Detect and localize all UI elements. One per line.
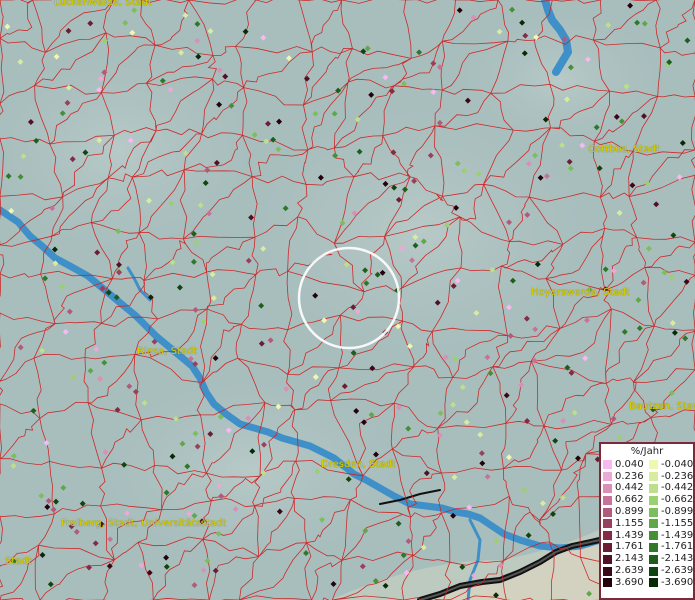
- legend-entry-negative: -2.639: [649, 566, 695, 576]
- legend: %/Jahr 0.040 -0.040 0.236 -0.236 0.442 -0.442…: [599, 442, 695, 600]
- place-label-stadt: Stadt: [5, 556, 32, 567]
- legend-swatch: [649, 495, 658, 505]
- legend-value: -0.442: [661, 482, 694, 494]
- place-label-dresden: Dresden, Stadt: [321, 459, 396, 470]
- legend-row: 0.442 -0.442: [603, 483, 695, 495]
- legend-value: -1.761: [661, 541, 694, 553]
- legend-entry-positive: 0.236: [603, 470, 649, 482]
- map-canvas[interactable]: [0, 0, 695, 600]
- legend-row: 0.040 -0.040: [603, 459, 695, 471]
- legend-swatch: [603, 531, 612, 541]
- legend-value: -1.155: [661, 517, 694, 529]
- place-label-luckenwalde: Luckenwalde, Stadt: [54, 0, 152, 8]
- legend-value: 0.899: [615, 506, 644, 518]
- legend-swatch: [649, 507, 658, 517]
- legend-value: -0.662: [661, 494, 694, 506]
- legend-swatch: [649, 542, 658, 552]
- legend-value: 0.236: [615, 470, 644, 482]
- legend-swatch: [649, 460, 658, 470]
- legend-swatch: [603, 495, 612, 505]
- legend-value: -0.899: [661, 506, 694, 518]
- legend-value: 0.040: [615, 458, 644, 470]
- legend-swatch: [649, 578, 658, 588]
- legend-entry-positive: 3.690: [603, 576, 649, 588]
- legend-swatch: [649, 472, 658, 482]
- legend-swatch: [603, 519, 612, 529]
- legend-swatch: [649, 519, 658, 529]
- legend-entry-negative: -0.662: [649, 495, 695, 505]
- legend-value: -0.236: [661, 470, 694, 482]
- legend-row: 1.439 -1.439: [603, 530, 695, 542]
- legend-entry-positive: 0.899: [603, 507, 649, 517]
- legend-value: 1.439: [615, 529, 644, 541]
- legend-value: 1.155: [615, 517, 644, 529]
- legend-swatch: [603, 554, 612, 564]
- legend-swatch: [649, 531, 658, 541]
- legend-entry-positive: 1.155: [603, 517, 649, 529]
- legend-swatch: [603, 542, 612, 552]
- legend-entry-negative: -2.143: [649, 554, 695, 564]
- legend-row: 2.639 -2.639: [603, 565, 695, 577]
- legend-swatch: [649, 483, 658, 493]
- legend-row: 1.155 -1.155: [603, 518, 695, 530]
- legend-value: -2.639: [661, 565, 694, 577]
- legend-entry-negative: -0.040: [649, 458, 695, 470]
- legend-entry-negative: -1.155: [649, 517, 695, 529]
- legend-value: -0.040: [661, 458, 694, 470]
- place-label-riesa: Riesa, Stadt: [137, 346, 198, 357]
- legend-entry-negative: -0.442: [649, 483, 695, 493]
- legend-value: 1.761: [615, 541, 644, 553]
- legend-entry-negative: -0.236: [649, 470, 695, 482]
- legend-entry-positive: 2.143: [603, 554, 649, 564]
- legend-swatch: [603, 472, 612, 482]
- place-label-hoyerswerda: Hoyerswerda, Stadt: [531, 287, 630, 298]
- legend-value: 2.639: [615, 565, 644, 577]
- legend-entry-negative: -1.439: [649, 529, 695, 541]
- legend-swatch: [603, 507, 612, 517]
- legend-row: 3.690 -3.690: [603, 577, 695, 589]
- legend-value: 0.662: [615, 494, 644, 506]
- legend-rows: 0.040 -0.040 0.236 -0.236 0.442 -0.442 0.662 -0…: [603, 459, 695, 589]
- legend-entry-positive: 0.442: [603, 483, 649, 493]
- legend-entry-positive: 0.040: [603, 458, 649, 470]
- legend-row: 2.143 -2.143: [603, 553, 695, 565]
- legend-value: 0.442: [615, 482, 644, 494]
- legend-value: -3.690: [661, 576, 694, 588]
- legend-swatch: [603, 460, 612, 470]
- legend-swatch: [603, 483, 612, 493]
- legend-row: 0.236 -0.236: [603, 471, 695, 483]
- legend-value: -1.439: [661, 529, 694, 541]
- legend-entry-positive: 2.639: [603, 566, 649, 576]
- legend-value: 2.143: [615, 553, 644, 565]
- place-label-bautzen: Bautzen, Stadt: [629, 401, 695, 412]
- legend-value: 3.690: [615, 576, 644, 588]
- legend-title: %/Jahr: [630, 446, 664, 457]
- legend-row: 0.662 -0.662: [603, 494, 695, 506]
- legend-swatch: [649, 566, 658, 576]
- legend-row: 0.899 -0.899: [603, 506, 695, 518]
- legend-entry-negative: -0.899: [649, 507, 695, 517]
- place-label-freiberg: Freiberg, Stadt, Universitätsstadt: [61, 518, 227, 529]
- legend-swatch: [603, 578, 612, 588]
- legend-row: 1.761 -1.761: [603, 542, 695, 554]
- place-label-cottbus: Cottbus, Stadt: [588, 144, 660, 155]
- legend-entry-positive: 0.662: [603, 495, 649, 505]
- legend-value: -2.143: [661, 553, 694, 565]
- legend-swatch: [603, 566, 612, 576]
- legend-entry-positive: 1.439: [603, 529, 649, 541]
- legend-entry-positive: 1.761: [603, 542, 649, 552]
- legend-entry-negative: -3.690: [649, 576, 695, 588]
- legend-swatch: [649, 554, 658, 564]
- legend-entry-negative: -1.761: [649, 542, 695, 552]
